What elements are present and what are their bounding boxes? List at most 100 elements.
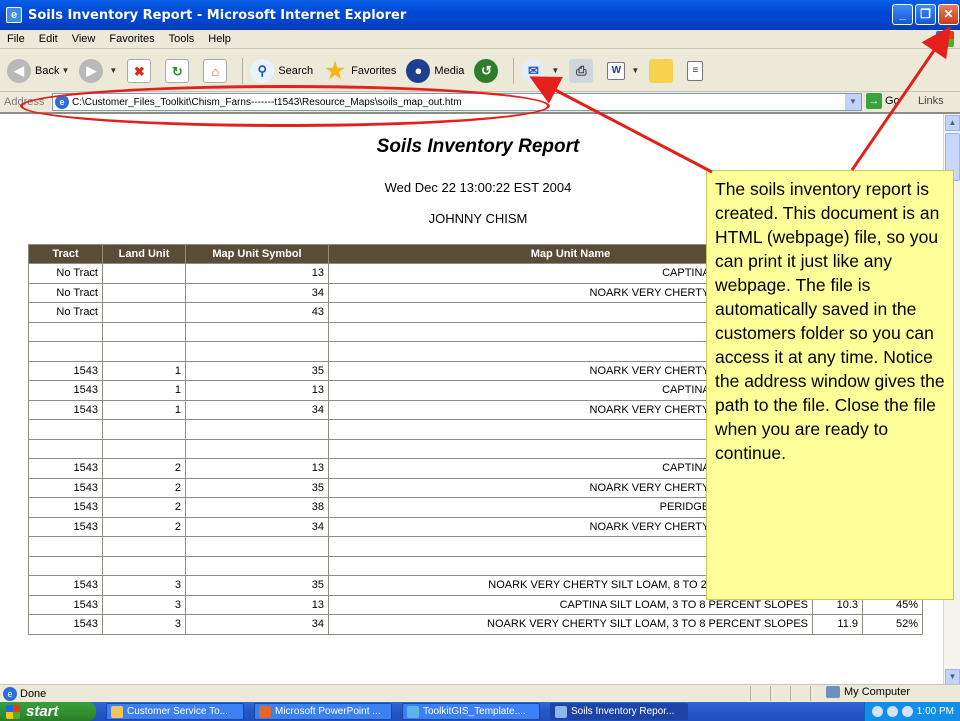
- status-pane: [750, 686, 751, 701]
- taskbar-item-toolkitgis[interactable]: ToolkitGIS_Template....: [402, 703, 540, 720]
- messenger-button[interactable]: ≡: [684, 55, 710, 87]
- cell-map-unit-symbol: [185, 419, 329, 440]
- maximize-button[interactable]: ❐: [915, 4, 936, 25]
- toolbar: ◀ Back ▼ ▶ ▼ ✖ ↻ ⌂ ⚲ Search ★ Favorites …: [0, 50, 960, 92]
- cell-map-unit-symbol: 35: [185, 360, 329, 381]
- security-icon[interactable]: [901, 706, 913, 717]
- cell-tract: [28, 555, 103, 576]
- task-label: Customer Service To...: [127, 706, 228, 717]
- cell-land-unit: 2: [102, 477, 186, 498]
- edit-button[interactable]: W ▼: [604, 55, 642, 87]
- cell-land-unit: 2: [102, 458, 186, 479]
- history-button[interactable]: ↺: [471, 55, 505, 87]
- back-dropdown-icon[interactable]: ▼: [61, 66, 69, 75]
- cell-map-unit-symbol: 34: [185, 399, 329, 420]
- menu-help[interactable]: Help: [201, 33, 238, 45]
- window-title: Soils Inventory Report - Microsoft Inter…: [28, 7, 407, 23]
- taskbar-item-powerpoint[interactable]: Microsoft PowerPoint ...: [254, 703, 392, 720]
- cell-tract: [28, 438, 103, 459]
- app-icon: [111, 705, 123, 718]
- status-pane: [810, 686, 811, 701]
- edit-dropdown-icon[interactable]: ▼: [631, 66, 639, 75]
- folder-icon: [649, 58, 674, 83]
- volume-icon[interactable]: [886, 706, 898, 717]
- report-customer: JOHNNY CHISM: [428, 211, 528, 226]
- toolbar-separator: [242, 57, 244, 84]
- go-label: Go: [885, 95, 900, 107]
- taskbar-item-soils-report[interactable]: Soils Inventory Repor...: [550, 703, 688, 720]
- forward-button[interactable]: ▶ ▼: [76, 55, 120, 87]
- cell-land-unit: 3: [102, 594, 186, 615]
- scroll-down-icon[interactable]: ▼: [945, 669, 960, 684]
- cell-tract: 1543: [28, 497, 103, 518]
- close-button[interactable]: ✕: [938, 4, 959, 25]
- menu-tools[interactable]: Tools: [162, 33, 202, 45]
- status-pane: [790, 686, 791, 701]
- cell-map-unit-symbol: 34: [185, 516, 329, 537]
- forward-arrow-icon: ▶: [79, 58, 104, 83]
- network-icon[interactable]: [871, 706, 883, 717]
- refresh-button[interactable]: ↻: [162, 55, 196, 87]
- cell-tract: No Tract: [28, 302, 103, 323]
- menu-edit[interactable]: Edit: [32, 33, 65, 45]
- address-dropdown-icon[interactable]: ▼: [845, 94, 861, 110]
- header-map-unit-symbol: Map Unit Symbol: [185, 244, 329, 264]
- status-pane: [770, 686, 771, 701]
- report-title: Soils Inventory Report: [376, 136, 580, 157]
- links-button[interactable]: Links: [918, 95, 944, 107]
- cell-tract: No Tract: [28, 263, 103, 284]
- clock: 1:00 PM: [916, 706, 954, 717]
- ie-window: e Soils Inventory Report - Microsoft Int…: [0, 0, 960, 721]
- cell-land-unit: 3: [102, 575, 186, 596]
- stop-button[interactable]: ✖: [124, 55, 158, 87]
- cell-map-unit-symbol: 35: [185, 575, 329, 596]
- back-button[interactable]: ◀ Back ▼: [4, 55, 72, 87]
- cell-tract: [28, 321, 103, 342]
- cell-land-unit: [102, 263, 186, 284]
- computer-icon: [826, 686, 840, 698]
- mail-button[interactable]: ✉ ▼: [518, 55, 562, 87]
- forward-dropdown-icon[interactable]: ▼: [109, 66, 117, 75]
- go-button[interactable]: → Go: [866, 93, 900, 109]
- scroll-up-icon[interactable]: ▲: [945, 115, 960, 131]
- cell-land-unit: [102, 536, 186, 557]
- back-label: Back: [35, 64, 60, 77]
- cell-map-unit-symbol: [185, 438, 329, 459]
- cell-land-unit: [102, 302, 186, 323]
- go-arrow-icon: →: [866, 93, 882, 109]
- cell-tract: 1543: [28, 575, 103, 596]
- cell-tract: [28, 536, 103, 557]
- favorites-button[interactable]: ★ Favorites: [320, 55, 399, 87]
- header-tract: Tract: [28, 244, 103, 264]
- search-button[interactable]: ⚲ Search: [247, 55, 316, 87]
- home-button[interactable]: ⌂: [200, 55, 234, 87]
- security-zone: My Computer: [826, 686, 910, 698]
- start-button[interactable]: start: [0, 702, 96, 721]
- media-icon: ●: [406, 58, 431, 83]
- system-tray: 1:00 PM: [864, 702, 960, 721]
- cell-map-unit-symbol: 34: [185, 614, 329, 635]
- cell-tract: 1543: [28, 516, 103, 537]
- media-button[interactable]: ● Media: [403, 55, 467, 87]
- minimize-button[interactable]: _: [892, 4, 913, 25]
- favorites-label: Favorites: [351, 64, 397, 77]
- cell-map-unit-symbol: 13: [185, 458, 329, 479]
- print-button[interactable]: ⎙: [566, 55, 600, 87]
- cell-land-unit: [102, 419, 186, 440]
- title-bar[interactable]: e Soils Inventory Report - Microsoft Int…: [0, 0, 960, 30]
- status-bar: e Done My Computer: [0, 684, 960, 702]
- report-date: Wed Dec 22 13:00:22 EST 2004: [384, 180, 572, 195]
- folder-button[interactable]: [646, 55, 680, 87]
- menu-favorites[interactable]: Favorites: [102, 33, 161, 45]
- taskbar-item-customer-service[interactable]: Customer Service To...: [106, 703, 244, 720]
- menu-bar: File Edit View Favorites Tools Help: [0, 30, 960, 49]
- menu-view[interactable]: View: [65, 33, 103, 45]
- cell-map-unit-symbol: 34: [185, 282, 329, 303]
- windows-logo-icon: [936, 31, 954, 47]
- cell-land-unit: [102, 555, 186, 576]
- search-icon: ⚲: [250, 58, 275, 83]
- menu-file[interactable]: File: [0, 33, 32, 45]
- taskbar: start Customer Service To... Microsoft P…: [0, 702, 960, 721]
- cell-land-unit: 1: [102, 380, 186, 401]
- mail-dropdown-icon[interactable]: ▼: [551, 66, 559, 75]
